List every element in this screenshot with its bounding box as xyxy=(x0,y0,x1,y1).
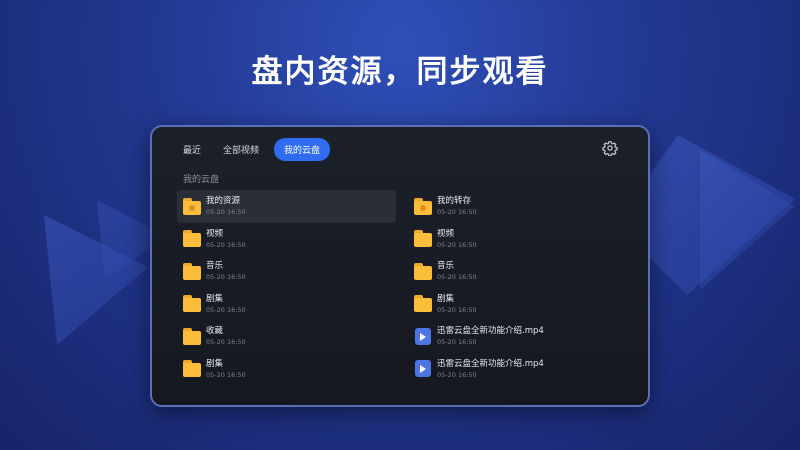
item-date: 05-20 16:50 xyxy=(206,208,246,217)
item-date: 05-20 16:50 xyxy=(206,338,246,347)
folder-icon xyxy=(183,197,201,215)
item-date: 05-20 16:50 xyxy=(437,240,477,249)
item-date: 05-20 16:50 xyxy=(437,370,477,379)
item-date: 05-20 16:50 xyxy=(437,338,477,347)
tab-my-cloud-drive[interactable]: 我的云盘 xyxy=(274,137,331,161)
item-date: 05-20 16:50 xyxy=(437,208,477,217)
folder-icon xyxy=(183,262,201,280)
list-item[interactable]: 迅雷云盘全新功能介绍.mp4 05-20 16:50 xyxy=(408,353,627,386)
item-name: 音乐 xyxy=(437,261,455,272)
item-name: 迅雷云盘全新功能介绍.mp4 xyxy=(437,326,544,337)
list-item[interactable]: 迅雷云盘全新功能介绍.mp4 05-20 16:50 xyxy=(408,320,627,353)
section-label: 我的云盘 xyxy=(183,175,220,185)
tab-bar: 最近 全部视频 我的云盘 xyxy=(176,137,331,161)
item-name: 收藏 xyxy=(206,326,224,337)
folder-icon xyxy=(414,295,432,313)
folder-icon xyxy=(183,360,201,378)
folder-icon xyxy=(414,197,432,215)
list-item[interactable]: 剧集 05-20 16:50 xyxy=(408,288,627,321)
tab-recent[interactable]: 最近 xyxy=(176,138,208,161)
list-item[interactable]: 视频 05-20 16:50 xyxy=(408,223,627,256)
headline: 盘内资源，同步观看 xyxy=(251,54,549,90)
list-item[interactable]: 视频 05-20 16:50 xyxy=(177,223,396,256)
item-date: 05-20 16:50 xyxy=(437,305,477,314)
folder-icon xyxy=(183,327,201,345)
list-item[interactable]: 音乐 05-20 16:50 xyxy=(177,255,396,288)
item-name: 音乐 xyxy=(206,261,224,272)
item-name: 视频 xyxy=(206,228,224,239)
list-item[interactable]: 收藏 05-20 16:50 xyxy=(177,320,396,353)
item-date: 05-20 16:50 xyxy=(206,273,246,282)
item-date: 05-20 16:50 xyxy=(206,305,246,314)
item-name: 剧集 xyxy=(206,293,224,304)
item-name: 我的资源 xyxy=(206,196,241,207)
folder-icon xyxy=(183,295,201,313)
folder-icon xyxy=(183,230,201,248)
list-item[interactable]: 剧集 05-20 16:50 xyxy=(177,288,396,321)
item-date: 05-20 16:50 xyxy=(206,240,246,249)
folder-icon xyxy=(414,262,432,280)
list-item[interactable]: 音乐 05-20 16:50 xyxy=(408,255,627,288)
item-date: 05-20 16:50 xyxy=(206,370,246,379)
cloud-drive-panel: 最近 全部视频 我的云盘 我的云盘 我的资源 05-20 16:50 我的转存 05… xyxy=(150,125,650,407)
folder-icon xyxy=(414,230,432,248)
tab-all-videos[interactable]: 全部视频 xyxy=(216,138,266,161)
gear-icon[interactable] xyxy=(602,140,618,156)
decorative-play-shape xyxy=(700,150,795,290)
item-name: 我的转存 xyxy=(437,196,472,207)
list-item[interactable]: 我的转存 05-20 16:50 xyxy=(408,190,627,223)
video-file-icon xyxy=(414,327,432,345)
list-item[interactable]: 剧集 05-20 16:50 xyxy=(177,353,396,386)
file-grid: 我的资源 05-20 16:50 我的转存 05-20 16:50 视频 05-20 … xyxy=(177,190,637,385)
item-name: 剧集 xyxy=(206,358,224,369)
item-name: 迅雷云盘全新功能介绍.mp4 xyxy=(437,358,544,369)
list-item[interactable]: 我的资源 05-20 16:50 xyxy=(177,190,396,223)
video-file-icon xyxy=(414,360,432,378)
item-name: 视频 xyxy=(437,228,455,239)
item-date: 05-20 16:50 xyxy=(437,273,477,282)
item-name: 剧集 xyxy=(437,293,455,304)
